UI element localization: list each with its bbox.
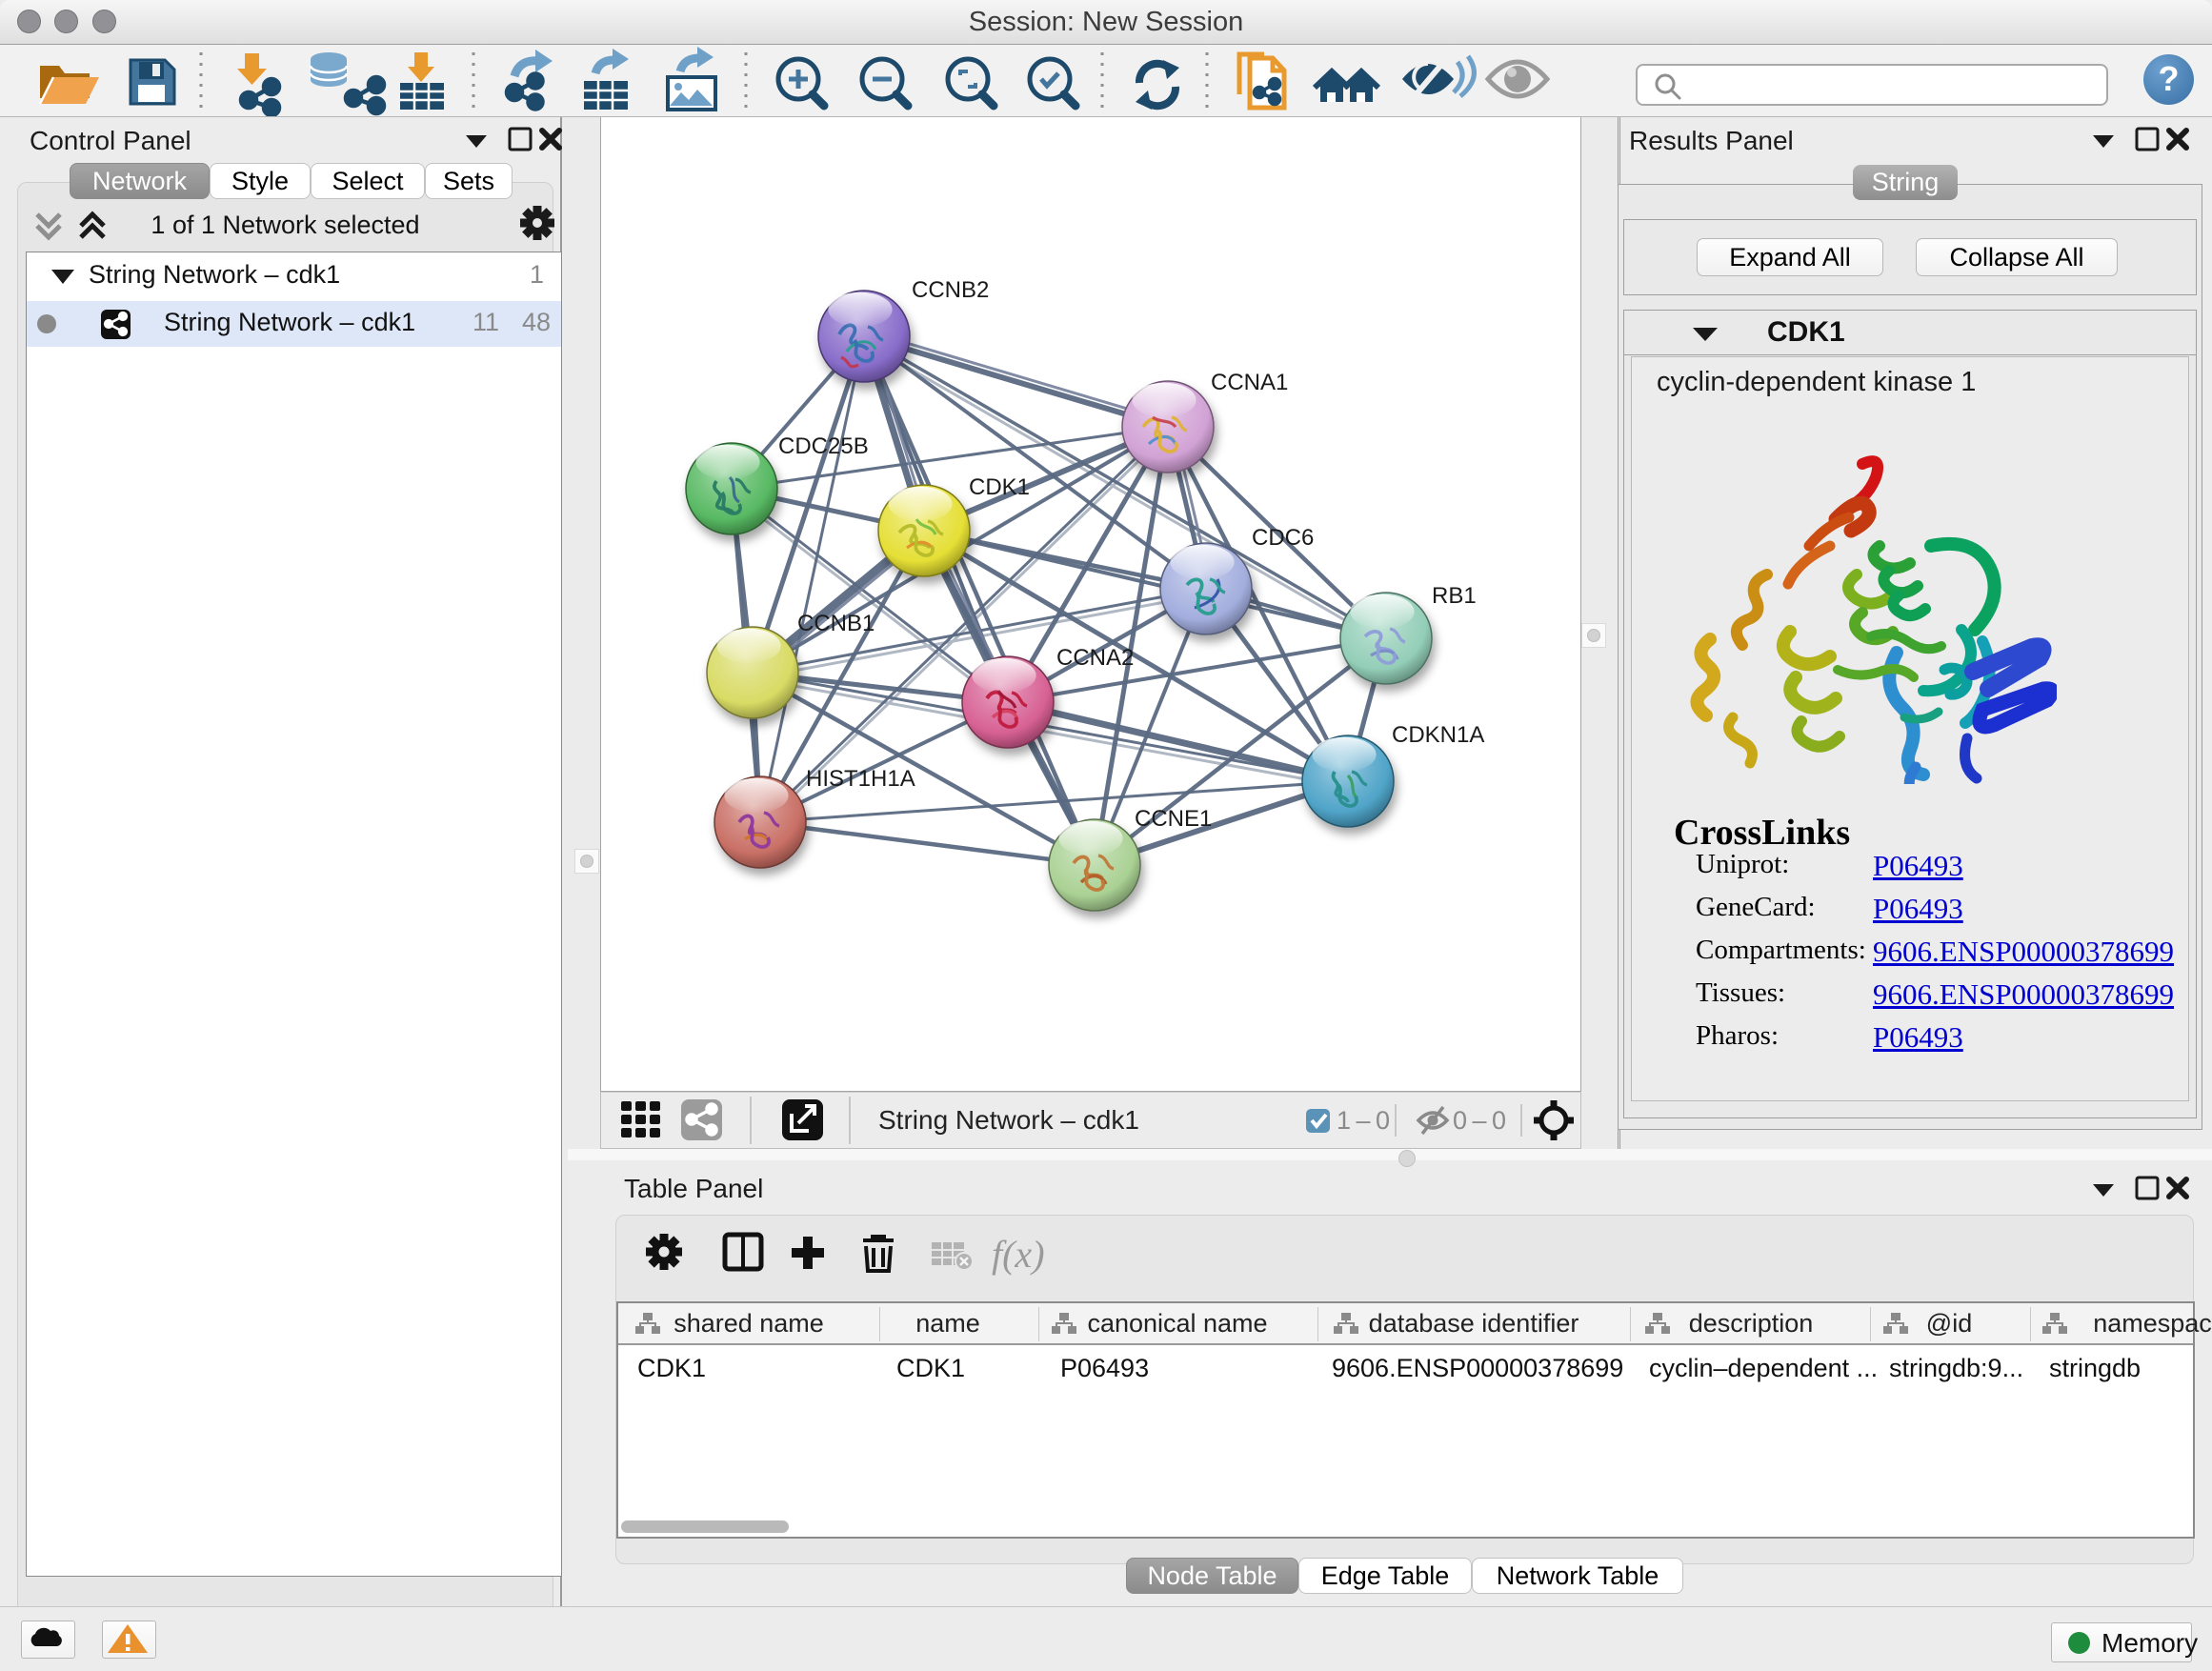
svg-text:CCNB2: CCNB2 (912, 277, 989, 303)
svg-text:CDKN1A: CDKN1A (1392, 722, 1484, 748)
svg-text:CDK1: CDK1 (969, 474, 1030, 500)
svg-text:f(x): f(x) (992, 1233, 1045, 1276)
svg-text:CCNA2: CCNA2 (1056, 645, 1134, 671)
svg-text:CCNB1: CCNB1 (797, 611, 875, 636)
svg-text:HIST1H1A: HIST1H1A (806, 766, 915, 792)
svg-text:CCNE1: CCNE1 (1135, 806, 1212, 832)
svg-text:CDC6: CDC6 (1252, 525, 1314, 551)
svg-text:CCNA1: CCNA1 (1211, 370, 1288, 395)
svg-text:CDC25B: CDC25B (778, 433, 869, 459)
svg-text:RB1: RB1 (1432, 583, 1477, 609)
